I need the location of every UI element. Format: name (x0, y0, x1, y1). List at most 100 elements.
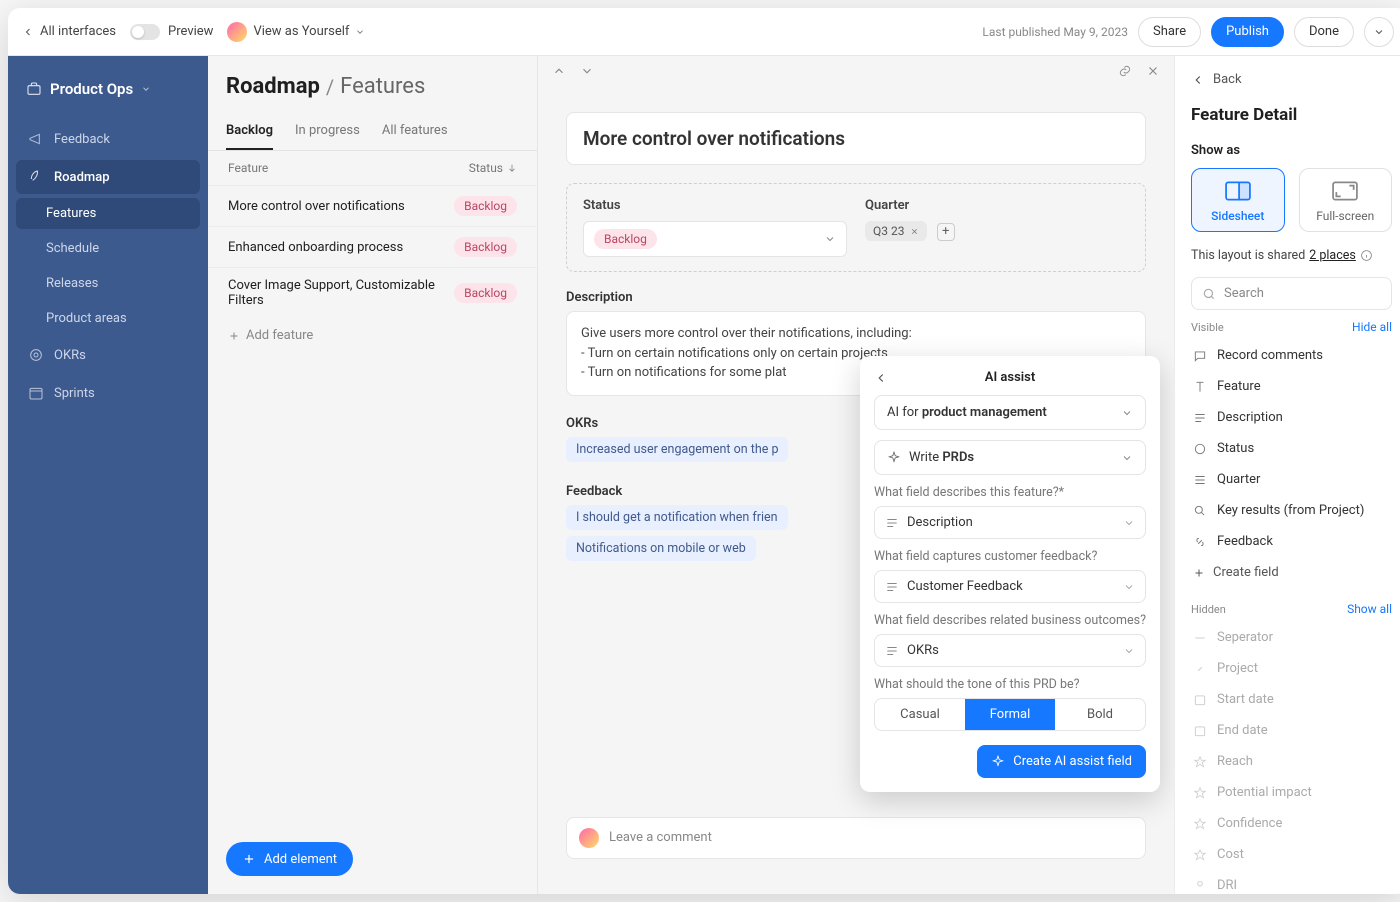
sidebar-item-feedback[interactable]: Feedback (16, 122, 200, 156)
description-label: Description (566, 290, 1146, 305)
config-back[interactable]: Back (1191, 72, 1392, 87)
sidebar-sub-schedule[interactable]: Schedule (16, 233, 200, 264)
field-status[interactable]: Status (1191, 435, 1392, 462)
field-reach[interactable]: Reach (1191, 748, 1392, 775)
ai-category-select[interactable]: AI for product management (874, 395, 1146, 430)
col-status[interactable]: Status (469, 161, 517, 175)
briefcase-icon (26, 81, 42, 97)
paragraph-icon (1193, 411, 1207, 425)
table-row[interactable]: Cover Image Support, Customizable Filter… (208, 267, 537, 318)
circle-icon (1193, 442, 1207, 456)
preview-toggle[interactable] (130, 24, 160, 40)
field-separator[interactable]: Seperator (1191, 624, 1392, 651)
tab-all-features[interactable]: All features (382, 113, 448, 150)
ai-field-select-okrs[interactable]: OKRs (874, 634, 1146, 667)
ai-task-select[interactable]: Write PRDs (874, 440, 1146, 475)
field-feedback[interactable]: Feedback (1191, 528, 1392, 555)
table-row[interactable]: Enhanced onboarding process Backlog (208, 226, 537, 267)
linked-okr[interactable]: Increased user engagement on the p (566, 437, 788, 462)
tone-bold[interactable]: Bold (1055, 699, 1145, 730)
back-all-interfaces[interactable]: All interfaces (22, 24, 116, 39)
tone-casual[interactable]: Casual (875, 699, 965, 730)
chevron-up-icon[interactable] (552, 64, 566, 78)
star-icon (1193, 755, 1207, 769)
rocket-icon (28, 169, 44, 185)
chevron-down-icon (1373, 26, 1385, 38)
publish-button[interactable]: Publish (1211, 17, 1284, 47)
field-description[interactable]: Description (1191, 404, 1392, 431)
ai-assist-popover: AI assist AI for product management Writ… (860, 356, 1160, 792)
field-project[interactable]: Project (1191, 655, 1392, 682)
field-quarter[interactable]: Quarter (1191, 466, 1392, 493)
sidebar-item-sprints[interactable]: Sprints (16, 376, 200, 410)
link-icon (1193, 662, 1207, 676)
table-row[interactable]: More control over notifications Backlog (208, 185, 537, 226)
showas-fullscreen[interactable]: Full-screen (1299, 168, 1393, 232)
tab-backlog[interactable]: Backlog (226, 113, 273, 150)
status-badge: Backlog (454, 283, 517, 303)
avatar (579, 828, 599, 848)
link-icon[interactable] (1118, 64, 1132, 78)
tab-in-progress[interactable]: In progress (295, 113, 360, 150)
shared-link[interactable]: 2 places (1309, 248, 1356, 263)
status-select[interactable]: Backlog (583, 221, 847, 257)
workspace-switcher[interactable]: Product Ops (16, 72, 200, 106)
comment-input[interactable]: Leave a comment (566, 817, 1146, 859)
ai-question: What field describes this feature?* (874, 485, 1146, 500)
show-all[interactable]: Show all (1347, 602, 1392, 616)
chevron-down-icon (355, 27, 365, 37)
visible-header: Visible (1191, 321, 1224, 334)
chevron-down-icon[interactable] (580, 64, 594, 78)
sidebar-sub-releases[interactable]: Releases (16, 268, 200, 299)
comment-icon (1193, 349, 1207, 363)
sidebar-item-roadmap[interactable]: Roadmap (16, 160, 200, 194)
sidebar-item-okrs[interactable]: OKRs (16, 338, 200, 372)
field-feature[interactable]: Feature (1191, 373, 1392, 400)
showas-sidesheet[interactable]: Sidesheet (1191, 168, 1285, 232)
add-feature[interactable]: Add feature (208, 318, 537, 353)
text-icon (885, 580, 899, 594)
ai-question: What field describes related business ou… (874, 613, 1146, 628)
chevron-down-icon (1123, 581, 1135, 593)
quarter-field-label: Quarter (865, 198, 1129, 213)
separator-icon (1193, 631, 1207, 645)
record-title-input[interactable]: More control over notifications (566, 112, 1146, 165)
field-impact[interactable]: Potential impact (1191, 779, 1392, 806)
add-quarter[interactable]: + (937, 223, 955, 241)
field-key-results[interactable]: Key results (from Project) (1191, 497, 1392, 524)
linked-feedback[interactable]: I should get a notification when frien (566, 505, 788, 530)
quarter-tag[interactable]: Q3 23 (865, 221, 927, 241)
field-record-comments[interactable]: Record comments (1191, 342, 1392, 369)
field-start-date[interactable]: Start date (1191, 686, 1392, 713)
hide-all[interactable]: Hide all (1352, 320, 1392, 334)
create-ai-field-button[interactable]: Create AI assist field (977, 745, 1146, 778)
popover-back[interactable] (874, 371, 888, 385)
linked-feedback[interactable]: Notifications on mobile or web (566, 536, 756, 561)
chevron-down-icon (141, 84, 151, 94)
plus-icon (242, 852, 256, 866)
ai-field-select-description[interactable]: Description (874, 506, 1146, 539)
field-end-date[interactable]: End date (1191, 717, 1392, 744)
ai-question: What field captures customer feedback? (874, 549, 1146, 564)
topbar: All interfaces Preview View as Yourself … (8, 8, 1400, 56)
hidden-header: Hidden (1191, 603, 1226, 616)
field-cost[interactable]: Cost (1191, 841, 1392, 868)
sidesheet-icon (1225, 181, 1251, 201)
add-element-fab[interactable]: Add element (226, 842, 353, 876)
sidebar-sub-product-areas[interactable]: Product areas (16, 303, 200, 334)
preview-label: Preview (168, 24, 213, 39)
sidebar-sub-features[interactable]: Features (16, 198, 200, 229)
breadcrumb: Roadmap / Features (208, 56, 537, 105)
create-field[interactable]: Create field (1191, 559, 1392, 586)
field-dri[interactable]: DRI (1191, 872, 1392, 894)
share-button[interactable]: Share (1138, 17, 1201, 47)
field-confidence[interactable]: Confidence (1191, 810, 1392, 837)
view-as-dropdown[interactable]: View as Yourself (227, 22, 365, 42)
field-search[interactable]: Search (1191, 277, 1392, 310)
tone-formal[interactable]: Formal (965, 699, 1055, 730)
done-button[interactable]: Done (1294, 17, 1354, 47)
ai-field-select-feedback[interactable]: Customer Feedback (874, 570, 1146, 603)
popover-title: AI assist (985, 370, 1035, 385)
close-icon[interactable] (1146, 64, 1160, 78)
overflow-button[interactable] (1364, 17, 1394, 47)
